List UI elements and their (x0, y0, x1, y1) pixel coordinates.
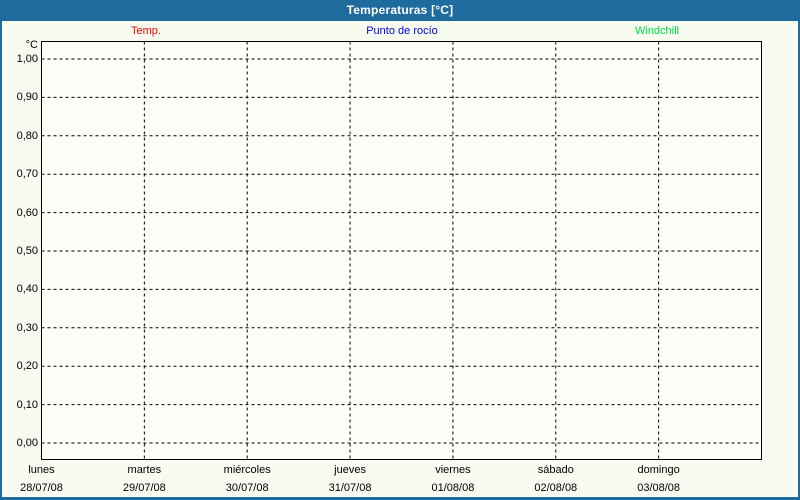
weather-chart-window: Temperaturas [°C] °C 0,00 0,10 0,20 0,30 0,40… (0, 0, 800, 500)
chart-content-area (2, 21, 798, 497)
page-title: Temperaturas [°C] (346, 3, 454, 17)
window-title-bar: Temperaturas [°C] (0, 0, 800, 21)
